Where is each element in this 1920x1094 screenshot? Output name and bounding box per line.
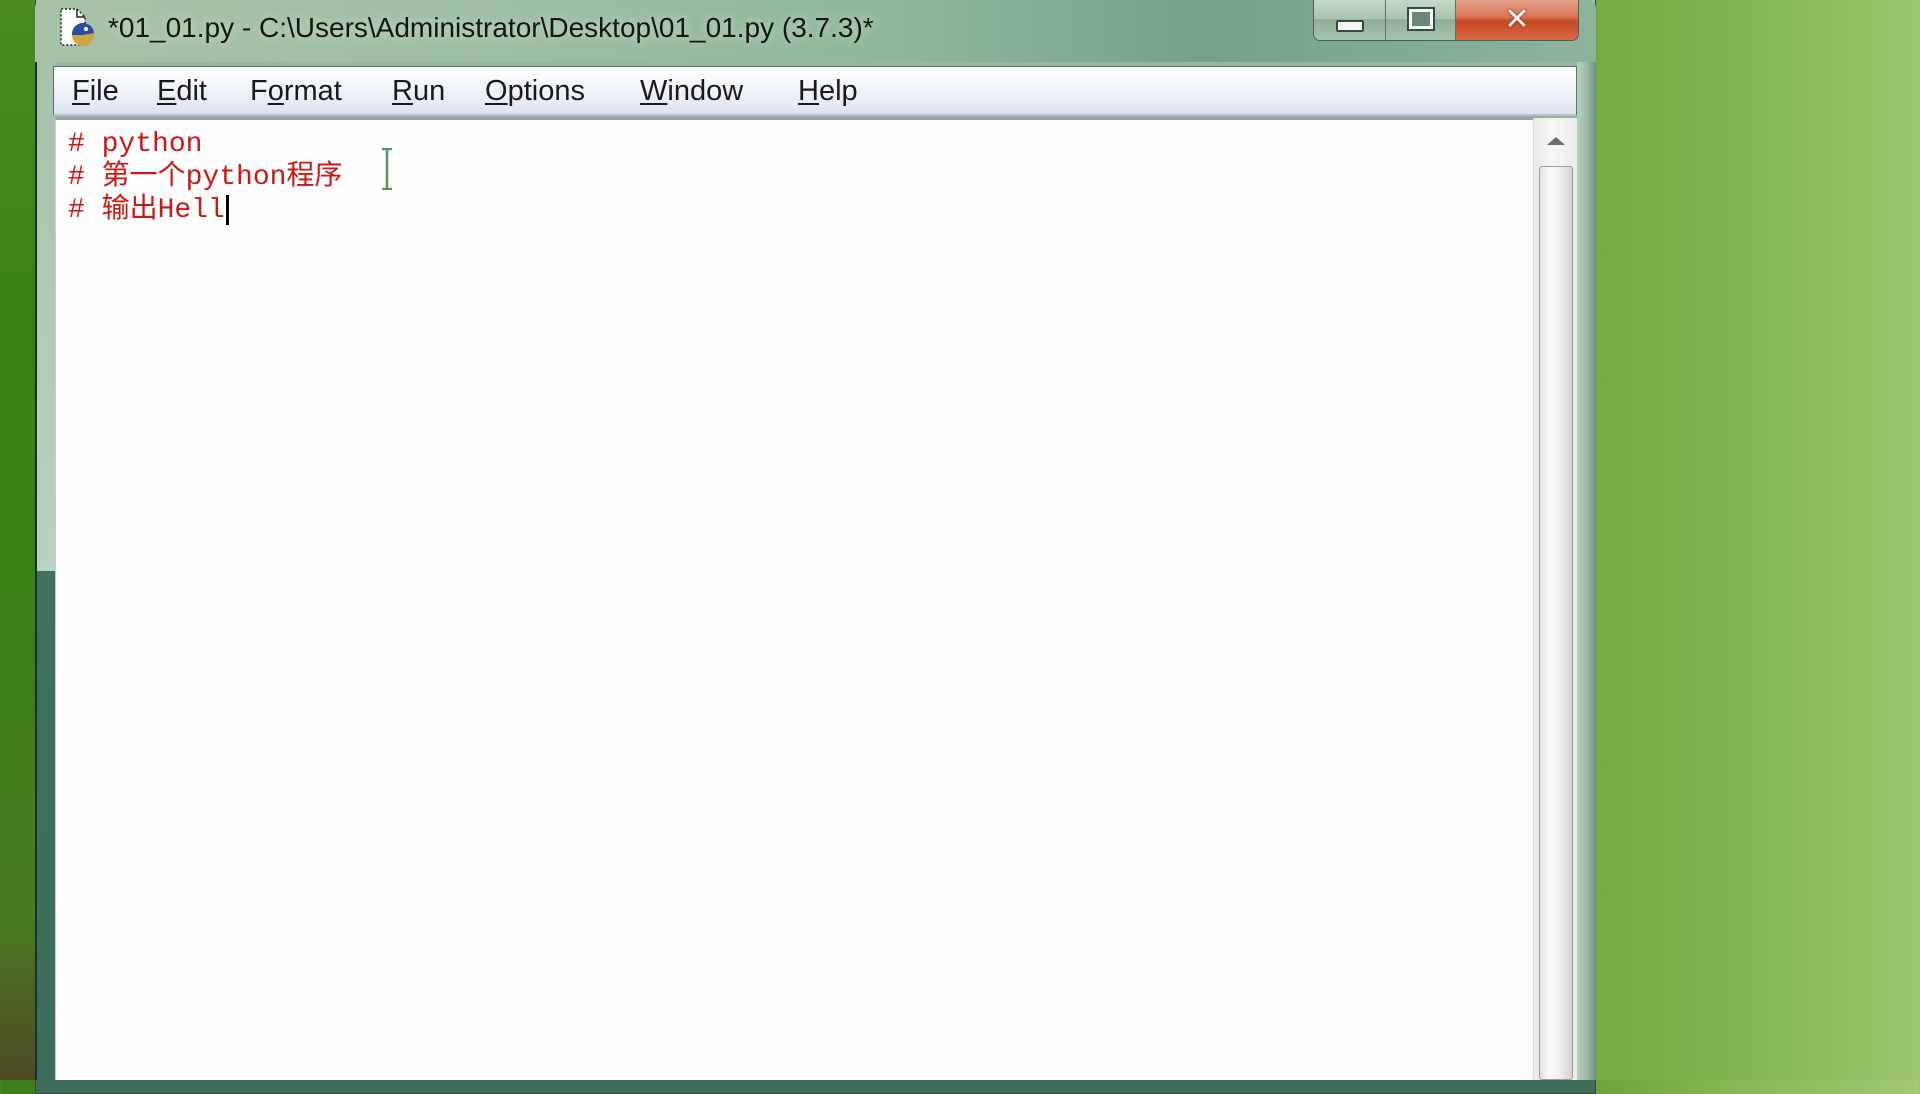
window-controls: ✕: [1313, 0, 1579, 41]
menu-format[interactable]: Format: [250, 67, 342, 115]
menu-mnemonic: R: [392, 75, 413, 107]
code-line-2[interactable]: # 第一个python程序: [68, 161, 342, 194]
scroll-up-button[interactable]: [1534, 118, 1577, 164]
menu-mnemonic: F: [72, 75, 90, 107]
minimize-button[interactable]: [1314, 0, 1386, 40]
menu-mnemonic: E: [157, 75, 177, 107]
menu-label-post: dit: [176, 75, 207, 107]
window-frame-left: [35, 62, 55, 1080]
window-title: *01_01.py - C:\Users\Administrator\Deskt…: [108, 12, 874, 43]
scroll-thumb[interactable]: [1539, 166, 1573, 1080]
menu-run[interactable]: Run: [392, 67, 445, 115]
menu-label-post: indow: [667, 75, 744, 107]
code-editor[interactable]: # python # 第一个python程序 # 输出Hell: [55, 118, 1533, 1080]
code-line-1[interactable]: # python: [68, 128, 202, 161]
desktop-background-left: [0, 0, 35, 1080]
text-caret: [225, 194, 229, 225]
minimize-icon: [1335, 20, 1364, 32]
menu-window[interactable]: Window: [640, 67, 743, 115]
menu-label-post: rmat: [283, 75, 342, 107]
close-icon: ✕: [1504, 1, 1530, 37]
menu-label-post: ile: [89, 75, 119, 107]
menu-label-post: un: [412, 75, 446, 107]
menu-options[interactable]: Options: [485, 67, 585, 115]
menu-mnemonic: H: [798, 75, 819, 107]
desktop-background-right: [1597, 0, 1920, 1080]
code-line-3[interactable]: # 输出Hell: [68, 194, 229, 227]
menu-edit[interactable]: Edit: [157, 67, 207, 115]
menu-help[interactable]: Help: [798, 67, 858, 115]
window-frame-right: [1577, 62, 1596, 1080]
maximize-icon: [1406, 7, 1435, 31]
menu-label-post: elp: [818, 75, 858, 107]
maximize-button[interactable]: [1386, 0, 1456, 40]
ibeam-cursor-icon: [381, 147, 393, 191]
python-idle-file-icon[interactable]: [57, 7, 97, 49]
close-button[interactable]: ✕: [1456, 0, 1578, 40]
menu-file[interactable]: File: [72, 67, 119, 115]
code-line-3-text: # 输出Hell: [68, 195, 225, 226]
menu-mnemonic: o: [267, 75, 284, 107]
vertical-scrollbar[interactable]: [1533, 118, 1577, 1080]
menu-bar: File Edit Format Run Options Window Help: [53, 66, 1577, 116]
menu-label-pre: F: [250, 75, 268, 107]
menu-mnemonic: O: [485, 75, 508, 107]
menu-label-post: ptions: [507, 75, 585, 107]
arrow-up-icon: [1546, 137, 1565, 145]
menu-mnemonic: W: [640, 75, 668, 107]
